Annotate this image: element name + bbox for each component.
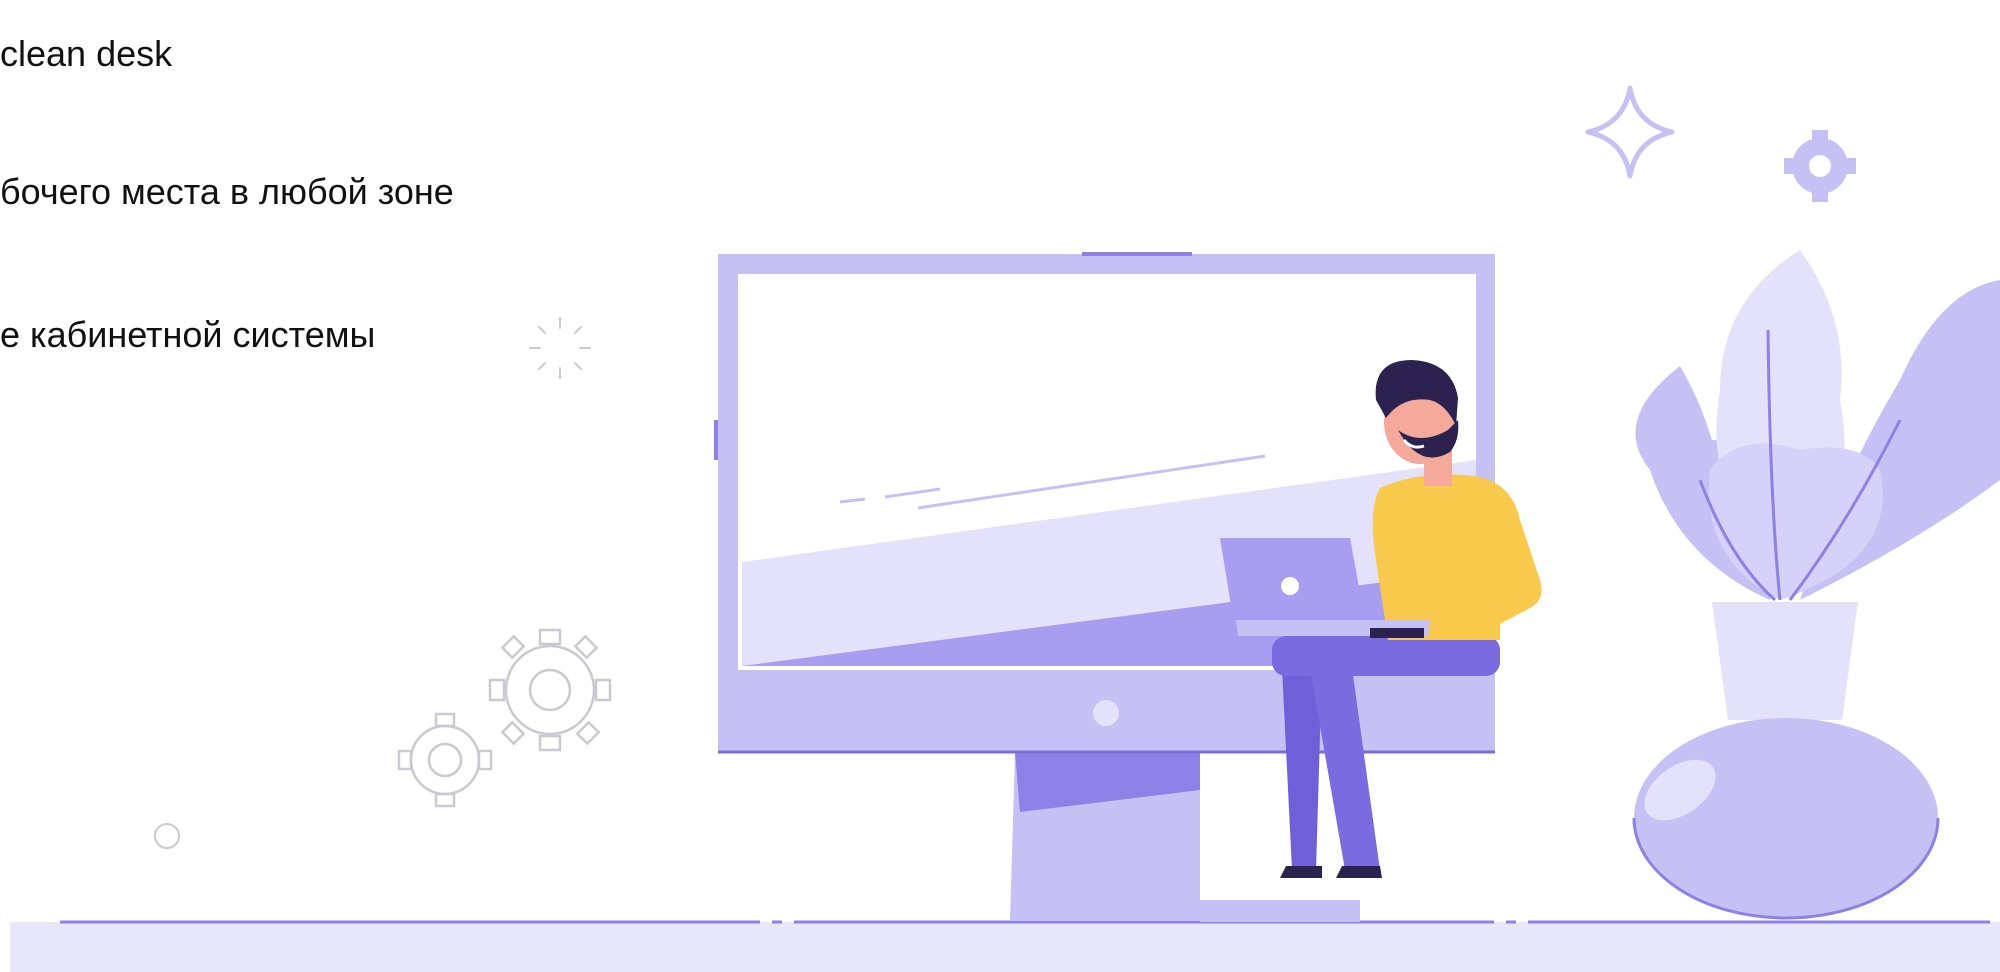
floor-band (10, 922, 2000, 972)
monitor-button (1093, 700, 1119, 726)
gear-top-right-icon (1784, 130, 1856, 202)
monitor (714, 252, 1495, 922)
laptop-logo (1281, 577, 1299, 595)
gear-large-icon (488, 628, 612, 752)
laptop-hand (1370, 628, 1424, 638)
small-circle-icon (154, 823, 180, 849)
gear-small-icon (397, 712, 493, 808)
pot-neck (1712, 602, 1858, 720)
person-shoe-front (1336, 866, 1382, 878)
plant (1632, 250, 2000, 920)
person-lap (1272, 636, 1500, 676)
burst-icon (529, 317, 591, 379)
monitor-stand-base (1200, 900, 1360, 922)
sparkle-icon (1585, 85, 1675, 179)
workspace-illustration (10, 85, 2000, 972)
person-shoe-back (1280, 866, 1322, 878)
person-shirt (1372, 474, 1542, 640)
